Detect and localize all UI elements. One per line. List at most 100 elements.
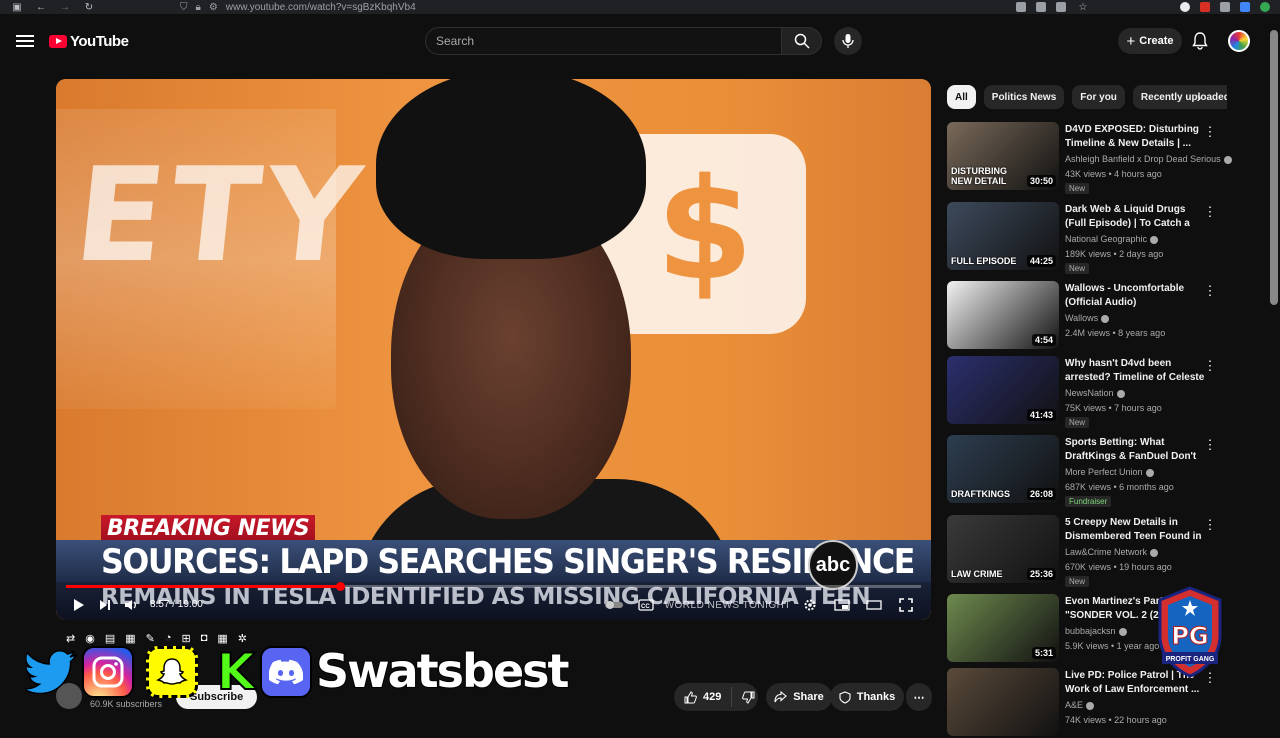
- video-title[interactable]: 5 Creepy New Details in Dismembered Teen…: [1065, 516, 1205, 544]
- subtitles-button[interactable]: CC: [633, 592, 659, 618]
- video-duration: 30:50: [1026, 175, 1056, 187]
- channel-name[interactable]: A&E: [1065, 700, 1095, 710]
- thanks-button[interactable]: Thanks: [830, 683, 904, 711]
- channel-name[interactable]: Law&Crime Network: [1065, 547, 1159, 557]
- recommendation-item[interactable]: 4:54 Wallows - Uncomfortable (Official Au…: [947, 279, 1227, 351]
- translate-icon[interactable]: [1056, 2, 1066, 12]
- video-title[interactable]: D4VD EXPOSED: Disturbing Timeline & New …: [1065, 123, 1205, 151]
- forward-icon[interactable]: →: [58, 0, 72, 14]
- video-player[interactable]: ETY $ BREAKING NEWS SOURCES: LAPD SEARCH…: [56, 79, 931, 620]
- recommendation-item[interactable]: DRAFTKINGS 26:08 Sports Betting: What Draf…: [947, 433, 1227, 507]
- search-button[interactable]: [782, 27, 822, 55]
- puzzle-icon[interactable]: [1220, 2, 1230, 12]
- masthead: YouTube + Create: [0, 14, 1270, 70]
- channel-name[interactable]: Wallows: [1065, 313, 1110, 323]
- video-thumbnail[interactable]: DISTURBING NEW DETAIL 30:50: [947, 122, 1059, 190]
- sidebar-toggle-icon[interactable]: ▣: [10, 0, 24, 14]
- extension-blue-icon[interactable]: [1240, 2, 1250, 12]
- extension-red-icon[interactable]: [1200, 2, 1210, 12]
- account-avatar[interactable]: [1228, 30, 1250, 52]
- player-controls: 8:57 / 19:00 CC WORLD NEWS TONIGHT: [56, 589, 931, 620]
- video-title[interactable]: Wallows - Uncomfortable (Official Audio): [1065, 282, 1205, 310]
- download-icon[interactable]: [1036, 2, 1046, 12]
- video-title[interactable]: Sports Betting: What DraftKings & FanDue…: [1065, 436, 1205, 464]
- gear-icon: [804, 599, 816, 611]
- profile-icon[interactable]: [1260, 2, 1270, 12]
- volume-button[interactable]: [118, 592, 144, 618]
- search-box[interactable]: [425, 27, 782, 55]
- like-button[interactable]: 429: [674, 687, 733, 707]
- fullscreen-button[interactable]: [893, 592, 919, 618]
- hamburger-menu-icon[interactable]: [14, 32, 36, 48]
- verified-check-icon: [1116, 389, 1125, 398]
- discord-icon: [260, 646, 312, 698]
- recommendation-item[interactable]: LAW CRIME 25:36 5 Creepy New Details in Di…: [947, 513, 1227, 587]
- video-thumbnail[interactable]: LAW CRIME 25:36: [947, 515, 1059, 583]
- backdrop-dollar: $: [656, 149, 754, 312]
- more-vertical-icon[interactable]: ⋮: [1203, 437, 1217, 453]
- autoplay-toggle[interactable]: [601, 592, 627, 618]
- video-title[interactable]: Why hasn't D4vd been arrested? Timeline …: [1065, 357, 1205, 385]
- share-button[interactable]: Share: [766, 683, 832, 711]
- video-thumbnail[interactable]: FULL EPISODE 44:25: [947, 202, 1059, 270]
- video-thumbnail[interactable]: [947, 668, 1059, 736]
- back-icon[interactable]: ←: [34, 0, 48, 14]
- thanks-icon: [839, 690, 851, 704]
- more-horizontal-icon: ⋯: [913, 691, 925, 704]
- more-vertical-icon[interactable]: ⋮: [1203, 358, 1217, 374]
- social-media-overlay: K Swatsbest: [26, 638, 571, 710]
- settings-button[interactable]: [797, 592, 823, 618]
- video-title[interactable]: Dark Web & Liquid Drugs (Full Episode) |…: [1065, 203, 1205, 231]
- verified-check-icon: [1150, 235, 1159, 244]
- chevron-right-icon[interactable]: ›: [1190, 88, 1208, 106]
- video-meta: 670K views • 19 hours ago: [1065, 562, 1172, 572]
- more-vertical-icon[interactable]: ⋮: [1203, 204, 1217, 220]
- reload-icon[interactable]: ↻: [82, 0, 96, 14]
- channel-name[interactable]: More Perfect Union: [1065, 467, 1154, 477]
- channel-name[interactable]: National Geographic: [1065, 234, 1159, 244]
- page-scrollbar[interactable]: [1270, 30, 1278, 305]
- profit-gang-badge: PG PROFIT GANG: [1156, 586, 1224, 678]
- youtube-logo[interactable]: YouTube: [49, 33, 129, 50]
- extension-a-icon[interactable]: [1180, 2, 1190, 12]
- video-thumbnail[interactable]: 5:31: [947, 594, 1059, 662]
- bookmark-star-icon[interactable]: ☆: [1076, 0, 1090, 14]
- video-thumbnail[interactable]: DRAFTKINGS 26:08: [947, 435, 1059, 503]
- voice-search-button[interactable]: [834, 27, 862, 55]
- next-button[interactable]: [92, 592, 118, 618]
- thumbnail-caption: DISTURBING NEW DETAIL: [951, 166, 1007, 186]
- video-meta: 43K views • 4 hours ago: [1065, 169, 1162, 179]
- theater-mode-button[interactable]: [861, 592, 887, 618]
- headline-bar: SOURCES: LAPD SEARCHES SINGER'S RESIDENC…: [56, 540, 931, 582]
- search-input[interactable]: [436, 34, 781, 48]
- miniplayer-icon: [834, 599, 850, 611]
- more-vertical-icon[interactable]: ⋮: [1203, 517, 1217, 533]
- create-button[interactable]: + Create: [1118, 28, 1182, 54]
- filter-chip[interactable]: Recently uploaded: [1132, 85, 1227, 109]
- recommendation-item[interactable]: DISTURBING NEW DETAIL 30:50 D4VD EXPOSED: …: [947, 120, 1232, 194]
- filter-chip[interactable]: Politics News: [983, 85, 1065, 109]
- channel-name[interactable]: bubbajacksn: [1065, 626, 1127, 636]
- extension-icon[interactable]: [1016, 2, 1026, 12]
- address-bar[interactable]: ⛉ 🔒︎ ⚙︎ www.youtube.com/watch?v=sgBzKbqh…: [180, 0, 1050, 14]
- video-thumbnail[interactable]: 41:43: [947, 356, 1059, 424]
- more-actions-button[interactable]: ⋯: [906, 683, 932, 711]
- dislike-button[interactable]: [732, 691, 765, 704]
- search-icon: [794, 33, 810, 49]
- share-label: Share: [793, 691, 824, 703]
- filter-chip[interactable]: All: [947, 85, 976, 109]
- notifications-button[interactable]: [1190, 31, 1210, 51]
- channel-name[interactable]: NewsNation: [1065, 388, 1125, 398]
- verified-check-icon: [1145, 468, 1154, 477]
- more-vertical-icon[interactable]: ⋮: [1203, 124, 1217, 140]
- play-button[interactable]: [66, 592, 92, 618]
- miniplayer-button[interactable]: [829, 592, 855, 618]
- more-vertical-icon[interactable]: ⋮: [1203, 283, 1217, 299]
- filter-chip[interactable]: For you: [1072, 85, 1125, 109]
- progress-bar[interactable]: [66, 582, 921, 591]
- recommendation-item[interactable]: FULL EPISODE 44:25 Dark Web & Liquid Drugs…: [947, 200, 1227, 274]
- channel-name[interactable]: Ashleigh Banfield x Drop Dead Serious: [1065, 154, 1232, 164]
- plus-icon: +: [1126, 32, 1136, 50]
- recommendation-item[interactable]: 41:43 Why hasn't D4vd been arrested? Time…: [947, 354, 1227, 428]
- video-thumbnail[interactable]: 4:54: [947, 281, 1059, 349]
